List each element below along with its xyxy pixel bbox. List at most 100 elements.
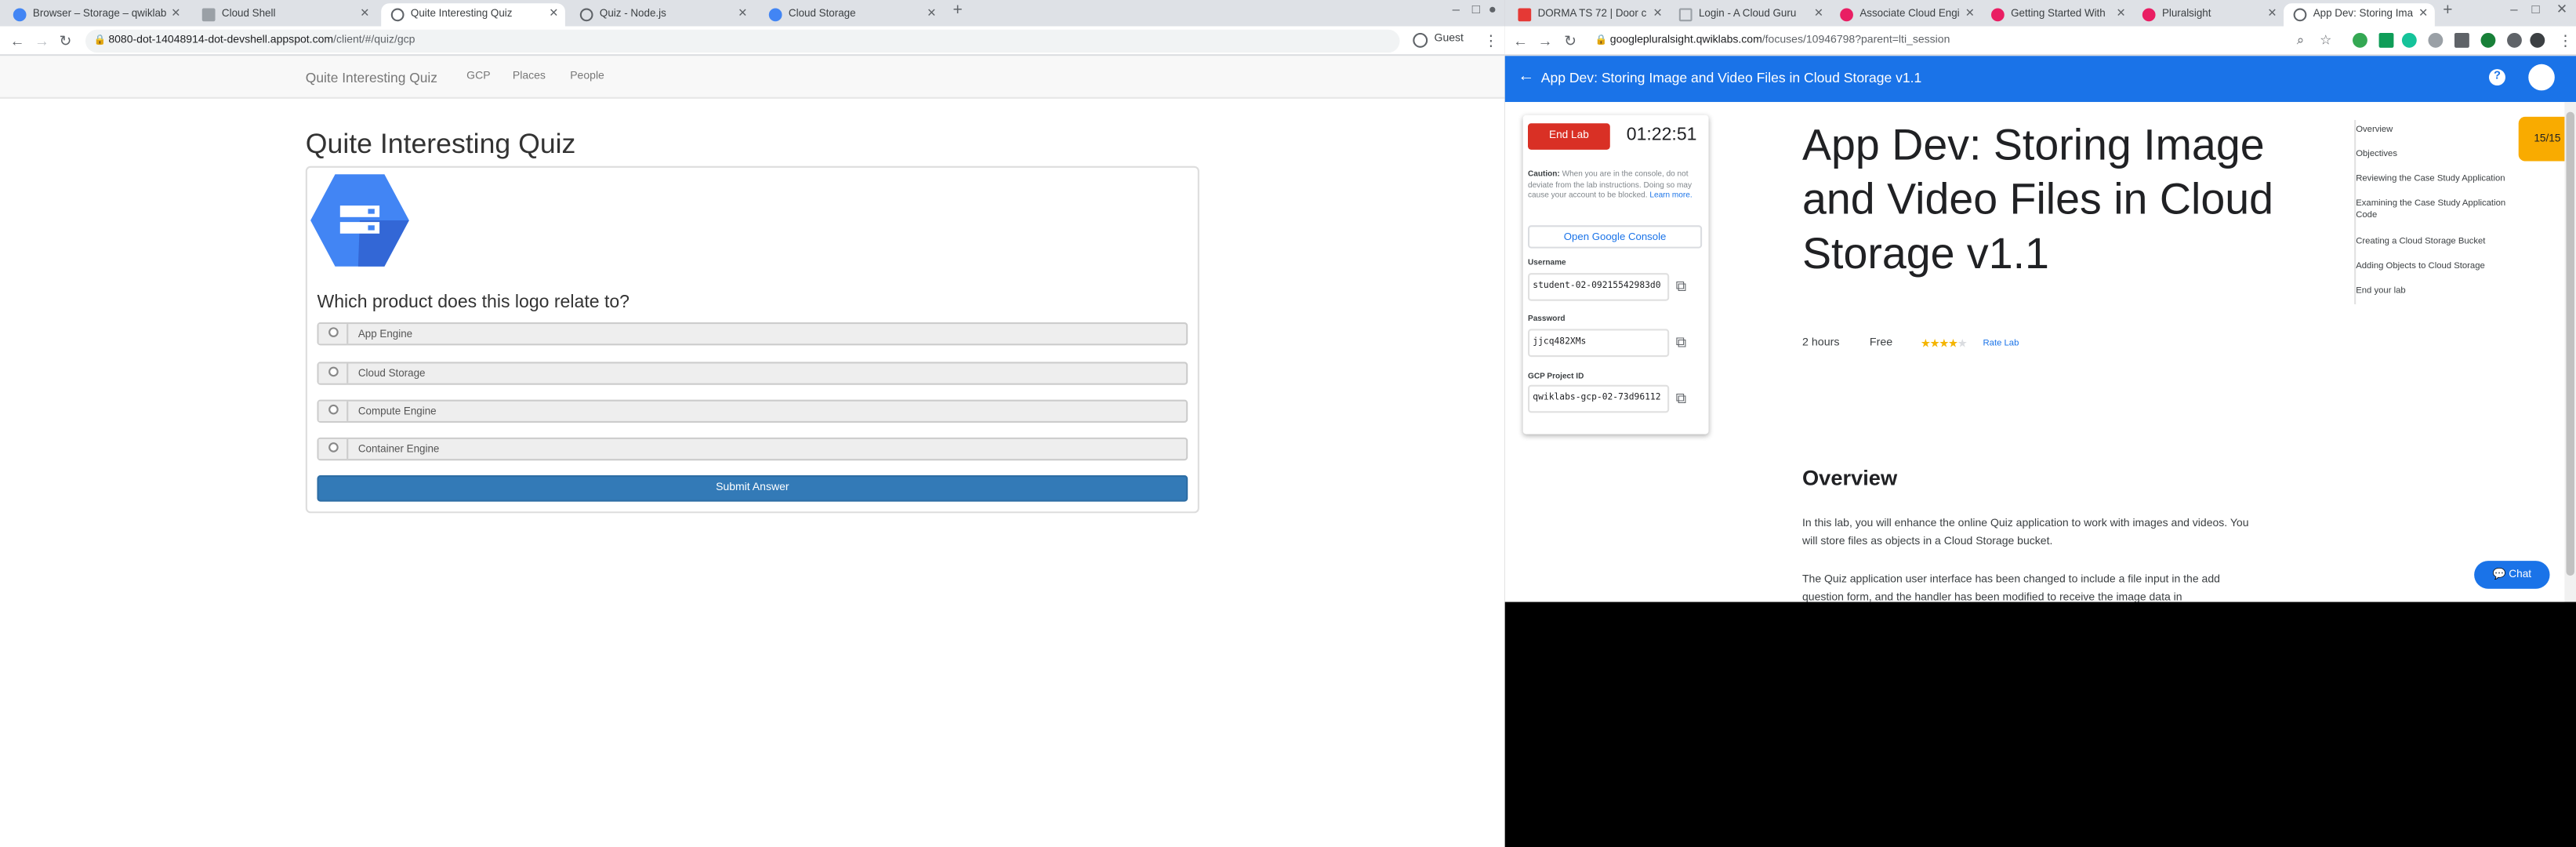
answer-option[interactable]: Compute Engine bbox=[317, 399, 1188, 423]
tab-dorma[interactable]: DORMA TS 72 | Door c ✕ bbox=[1508, 3, 1669, 26]
forward-icon[interactable]: → bbox=[1538, 30, 1553, 53]
back-arrow-icon[interactable]: ← bbox=[1518, 67, 1534, 85]
puzzle-extensions-icon[interactable] bbox=[2507, 32, 2522, 48]
tab-quiz-nodejs[interactable]: Quiz - Node.js ✕ bbox=[570, 3, 754, 26]
url-host: 8080-dot-14048914-dot-devshell.appspot.c… bbox=[108, 35, 334, 46]
tab-app-dev-lab[interactable]: App Dev: Storing Ima ✕ bbox=[2284, 3, 2435, 27]
extension-icon[interactable] bbox=[2401, 32, 2417, 48]
tab-storage-browser[interactable]: Browser – Storage – qwiklab ✕ bbox=[3, 3, 187, 26]
copy-icon[interactable]: ⧉ bbox=[1676, 390, 1686, 408]
close-icon[interactable]: ✕ bbox=[927, 3, 936, 24]
rate-lab-link[interactable]: Rate Lab bbox=[1983, 339, 2019, 349]
copy-icon[interactable]: ⧉ bbox=[1676, 334, 1686, 352]
avatar[interactable] bbox=[2528, 64, 2555, 91]
tab-cloud-storage[interactable]: Cloud Storage ✕ bbox=[759, 3, 943, 26]
chat-button[interactable]: 💬 Chat bbox=[2474, 561, 2550, 589]
bookmark-star-icon[interactable]: ☆ bbox=[2320, 30, 2331, 53]
close-icon[interactable]: ✕ bbox=[1965, 3, 1975, 24]
reload-icon[interactable]: ↻ bbox=[59, 30, 71, 53]
toc-item-reviewing[interactable]: Reviewing the Case Study Application bbox=[2356, 174, 2528, 186]
back-icon[interactable]: ← bbox=[10, 30, 25, 53]
profile-avatar-icon[interactable] bbox=[2530, 32, 2545, 48]
forward-icon[interactable]: → bbox=[34, 30, 49, 53]
toc-item-examining[interactable]: Examining the Case Study Application Cod… bbox=[2356, 199, 2528, 222]
close-icon[interactable]: ✕ bbox=[738, 3, 747, 24]
address-bar[interactable]: 🔒 8080-dot-14048914-dot-devshell.appspot.… bbox=[85, 29, 1400, 53]
submit-answer-button[interactable]: Submit Answer bbox=[317, 475, 1188, 502]
tab-associate-cloud[interactable]: Associate Cloud Engi ✕ bbox=[1830, 3, 1982, 26]
search-icon[interactable]: ⌕ bbox=[2297, 30, 2304, 53]
radio-button[interactable] bbox=[318, 401, 349, 421]
address-bar[interactable]: 🔒 googlepluralsight.qwiklabs.com/focuses/… bbox=[1587, 29, 2294, 53]
help-icon[interactable]: ? bbox=[2488, 69, 2505, 86]
extension-icon[interactable] bbox=[2353, 32, 2367, 48]
close-window-icon[interactable]: ● bbox=[1489, 2, 1497, 16]
gcp-favicon-icon bbox=[768, 8, 782, 22]
tab-quiz[interactable]: Quite Interesting Quiz ✕ bbox=[381, 3, 565, 27]
close-icon[interactable]: ✕ bbox=[2418, 3, 2428, 24]
reload-icon[interactable]: ↻ bbox=[1564, 30, 1576, 53]
extension-icon[interactable] bbox=[2454, 32, 2469, 48]
toc-item-overview[interactable]: Overview bbox=[2356, 125, 2528, 136]
tab-pluralsight[interactable]: Pluralsight ✕ bbox=[2132, 3, 2284, 26]
nav-people[interactable]: People bbox=[570, 71, 604, 82]
lock-icon: 🔒 bbox=[93, 36, 107, 46]
close-icon[interactable]: ✕ bbox=[1814, 3, 1823, 24]
project-id-field[interactable]: qwiklabs-gcp-02-73d96112 bbox=[1528, 384, 1670, 413]
password-label: Password bbox=[1528, 315, 1566, 325]
extension-icon[interactable] bbox=[2378, 32, 2394, 48]
url-path: /focuses/10946798?parent=lti_session bbox=[1761, 35, 1950, 46]
new-tab-icon[interactable]: + bbox=[2443, 2, 2452, 20]
menu-kebab-icon[interactable]: ⋮ bbox=[2558, 30, 2573, 53]
maximize-icon[interactable]: □ bbox=[1472, 2, 1480, 16]
tab-getting-started[interactable]: Getting Started With ✕ bbox=[1981, 3, 2132, 26]
copy-icon[interactable]: ⧉ bbox=[1676, 278, 1686, 296]
close-icon[interactable]: ✕ bbox=[2267, 3, 2277, 24]
tab-label: Login - A Cloud Guru bbox=[1698, 8, 1797, 20]
minimize-icon[interactable]: – bbox=[2510, 2, 2517, 16]
close-icon[interactable]: ✕ bbox=[2117, 3, 2126, 24]
header-title: App Dev: Storing Image and Video Files i… bbox=[1540, 69, 1922, 86]
nav-gcp[interactable]: GCP bbox=[466, 71, 490, 82]
close-icon[interactable]: ✕ bbox=[549, 3, 558, 24]
extension-icon[interactable] bbox=[2428, 32, 2444, 48]
tab-acloudguru[interactable]: Login - A Cloud Guru ✕ bbox=[1669, 3, 1830, 26]
tab-cloud-shell[interactable]: Cloud Shell ✕ bbox=[192, 3, 376, 26]
toc-item-creating-bucket[interactable]: Creating a Cloud Storage Bucket bbox=[2356, 237, 2528, 249]
extension-icon[interactable] bbox=[2480, 32, 2496, 48]
navbar-brand[interactable]: Quite Interesting Quiz bbox=[306, 69, 437, 85]
answer-option[interactable]: Cloud Storage bbox=[317, 362, 1188, 385]
menu-kebab-icon[interactable]: ⋮ bbox=[1483, 30, 1498, 53]
answer-option[interactable]: Container Engine bbox=[317, 437, 1188, 461]
maximize-icon[interactable]: □ bbox=[2531, 2, 2539, 16]
profile-label[interactable]: Guest bbox=[1435, 33, 1464, 45]
toc-item-objectives[interactable]: Objectives bbox=[2356, 150, 2528, 162]
close-window-icon[interactable]: ✕ bbox=[2556, 2, 2567, 16]
close-icon[interactable]: ✕ bbox=[1653, 3, 1663, 24]
toc-item-adding-objects[interactable]: Adding Objects to Cloud Storage bbox=[2356, 261, 2528, 273]
tab-label: App Dev: Storing Ima bbox=[2313, 8, 2414, 20]
cloud-storage-logo-icon bbox=[310, 174, 409, 267]
close-icon[interactable]: ✕ bbox=[360, 3, 369, 24]
toc-item-end-lab[interactable]: End your lab bbox=[2356, 286, 2528, 298]
profile-avatar-icon[interactable] bbox=[1413, 32, 1428, 48]
close-icon[interactable]: ✕ bbox=[171, 3, 180, 24]
username-field[interactable]: student-02-09215542983d0 bbox=[1528, 273, 1670, 301]
learn-more-link[interactable]: Learn more. bbox=[1649, 192, 1692, 200]
open-google-console-button[interactable]: Open Google Console bbox=[1528, 225, 1703, 249]
answer-option[interactable]: App Engine bbox=[317, 322, 1188, 346]
radio-button[interactable] bbox=[318, 438, 349, 460]
gcp-favicon-icon bbox=[13, 8, 27, 22]
minimize-icon[interactable]: – bbox=[1453, 2, 1460, 16]
tab-label: Quiz - Node.js bbox=[599, 8, 666, 20]
radio-button[interactable] bbox=[318, 324, 349, 344]
qwiklabs-header: ← App Dev: Storing Image and Video Files… bbox=[1504, 56, 2576, 103]
radio-button[interactable] bbox=[318, 363, 349, 384]
lock-icon: 🔒 bbox=[1595, 36, 1608, 46]
new-tab-icon[interactable]: + bbox=[953, 2, 963, 20]
password-field[interactable]: jjcq482XMs bbox=[1528, 329, 1670, 358]
back-icon[interactable]: ← bbox=[1513, 30, 1528, 53]
scrollbar[interactable] bbox=[2564, 102, 2576, 602]
nav-places[interactable]: Places bbox=[513, 71, 546, 82]
end-lab-button[interactable]: End Lab bbox=[1528, 123, 1610, 150]
